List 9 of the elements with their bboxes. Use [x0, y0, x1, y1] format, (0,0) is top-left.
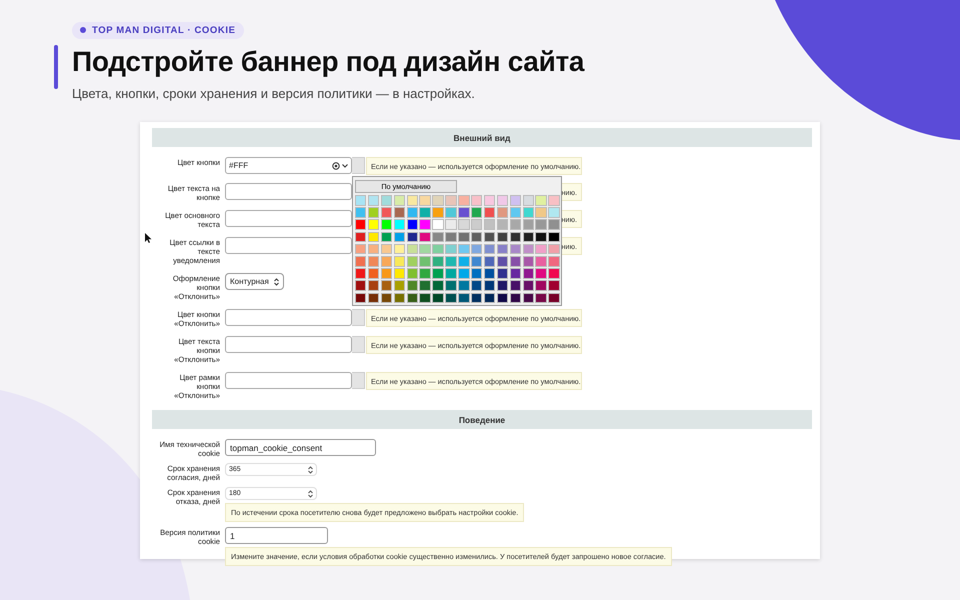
- page-subtitle: Цвета, кнопки, сроки хранения и версия политики — в настройках.: [72, 86, 476, 100]
- page-title: Подстройте баннер под дизайн сайта: [72, 46, 586, 78]
- text-input[interactable]: 1: [225, 527, 328, 544]
- section-header: Поведение: [152, 410, 812, 429]
- brand-badge: TOP MAN DIGITAL · COOKIE: [72, 22, 244, 38]
- color-input[interactable]: #FFF: [225, 157, 352, 174]
- section-header: Внешний вид: [152, 128, 812, 147]
- style-select[interactable]: Контурная: [225, 273, 284, 290]
- text-input[interactable]: topman_cookie_consent: [225, 439, 376, 456]
